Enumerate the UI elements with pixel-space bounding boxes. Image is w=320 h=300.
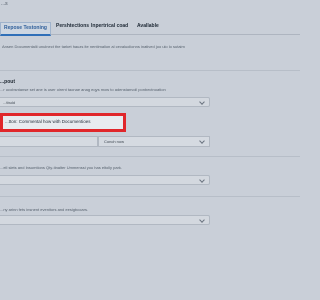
left-input[interactable] — [0, 136, 98, 147]
tab-avallable[interactable]: Avallable — [137, 23, 159, 29]
tab-inpertrical-coad[interactable]: Inpertrical coad — [91, 23, 128, 29]
section-select[interactable]: ...tbuld — [0, 97, 210, 107]
section3-select[interactable] — [0, 215, 210, 225]
right-select[interactable]: Conch now — [98, 136, 210, 147]
section2-select[interactable] — [0, 175, 210, 185]
tab-pershtections[interactable]: Pershtections — [56, 23, 89, 29]
highlighted-option-label: ...tton: Commental how with Documentioes — [5, 119, 91, 124]
chevron-down-icon — [199, 177, 205, 183]
tab-bar: Repose Testoning Pershtections Inpertric… — [0, 20, 300, 36]
section2-description: ...ell slets and Insumtions Qty-tinalter… — [0, 165, 123, 170]
right-select-value: Conch now — [104, 139, 125, 144]
divider — [0, 156, 300, 157]
section-description: ...r ucobsntanse set ane is user oirent … — [0, 87, 166, 92]
intro-text: Ansen Documentalii unulnect the tarket h… — [2, 44, 185, 49]
select-value: ...tbuld — [3, 100, 16, 105]
divider — [0, 196, 300, 197]
section3-description: ...ny arinn fets insnent evenitors and e… — [0, 207, 89, 212]
highlighted-option[interactable]: ...tton: Commental how with Documentioes — [0, 113, 126, 132]
chevron-down-icon — [199, 217, 205, 223]
section-title: ...pout — [0, 79, 15, 85]
chevron-down-icon — [199, 138, 205, 144]
page-title: ...s — [1, 1, 8, 7]
divider — [0, 70, 300, 71]
tab-repose-testoning[interactable]: Repose Testoning — [0, 22, 51, 36]
chevron-down-icon — [199, 99, 205, 105]
